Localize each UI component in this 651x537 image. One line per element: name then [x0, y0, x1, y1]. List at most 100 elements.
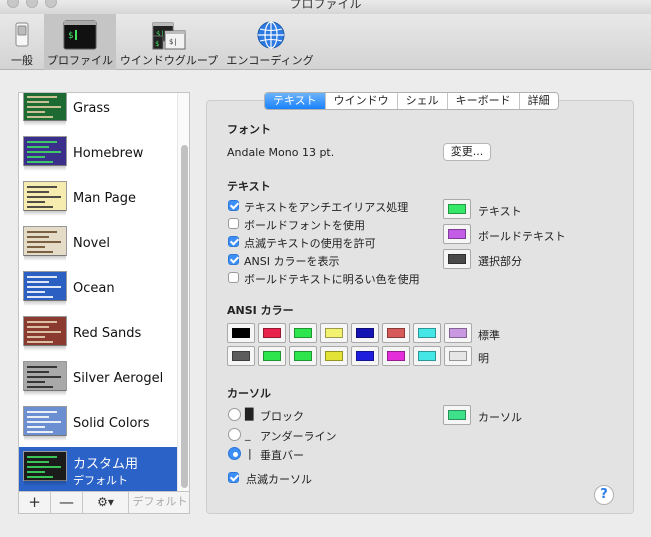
toolbar-general[interactable]: 一般	[0, 14, 44, 70]
ansi-colors-checkbox[interactable]	[228, 254, 239, 265]
ansi-colors-label: ANSI カラーを表示	[244, 255, 340, 268]
ansi-bright-swatch-fill	[418, 351, 436, 361]
profile-name: Man Page	[73, 191, 137, 206]
thumb-text-line	[27, 366, 57, 368]
toolbar-window-groups[interactable]: $| $| $ ウインドウグループ	[116, 14, 222, 70]
svg-text:$: $	[155, 40, 159, 48]
window-title: プロファイル	[289, 0, 362, 11]
tab-keyboard[interactable]: キーボード	[448, 93, 520, 109]
tab-window[interactable]: ウインドウ	[326, 93, 398, 109]
blink-cursor-checkbox[interactable]	[228, 472, 239, 483]
thumb-text-line	[27, 241, 61, 243]
bold-text-color-well[interactable]	[443, 224, 471, 244]
profile-item[interactable]: Red Sands	[19, 312, 177, 357]
bold-font-checkbox[interactable]	[228, 218, 239, 229]
toolbar-general-label: 一般	[11, 54, 33, 67]
thumb-text-line	[27, 231, 57, 233]
profile-item[interactable]: Ocean	[19, 267, 177, 312]
ansi-bright-swatch-5[interactable]	[382, 346, 410, 366]
cursor-block-radio[interactable]	[228, 408, 241, 421]
ansi-bright-swatch-6[interactable]	[413, 346, 441, 366]
title-bar: プロファイル	[0, 0, 651, 14]
cursor-underline-glyph: _	[245, 428, 251, 441]
gear-menu-button[interactable]: ⚙▾	[83, 492, 129, 513]
text-color-label: テキスト	[478, 205, 522, 218]
profile-thumbnail	[23, 451, 67, 486]
thumb-text-line	[27, 186, 57, 188]
close-window-button[interactable]	[7, 0, 19, 8]
ansi-bright-swatch-7[interactable]	[444, 346, 472, 366]
ansi-normal-swatch-4[interactable]	[351, 323, 379, 343]
blink-cursor-label: 点滅カーソル	[246, 473, 312, 486]
thumb-text-line	[27, 116, 53, 118]
ansi-bright-swatch-3[interactable]	[320, 346, 348, 366]
ansi-bright-swatch-2[interactable]	[289, 346, 317, 366]
bright-bold-checkbox[interactable]	[228, 272, 239, 283]
bold-font-label: ボールドフォントを使用	[244, 219, 365, 232]
ansi-normal-swatch-7[interactable]	[444, 323, 472, 343]
switch-icon	[15, 22, 29, 47]
profile-item[interactable]: Homebrew	[19, 132, 177, 177]
thumb-text-line	[27, 426, 45, 428]
terminal-icon: $	[63, 20, 97, 50]
selection-color-well[interactable]	[443, 249, 471, 269]
font-value: Andale Mono 13 pt.	[227, 146, 335, 159]
ansi-normal-swatch-fill	[325, 328, 343, 338]
ansi-normal-swatch-3[interactable]	[320, 323, 348, 343]
ansi-normal-label: 標準	[478, 329, 500, 342]
ansi-bright-swatch-1[interactable]	[258, 346, 286, 366]
text-section-title: テキスト	[227, 180, 271, 193]
profile-item[interactable]: Novel	[19, 222, 177, 267]
profile-thumbnail	[23, 271, 67, 306]
tab-text[interactable]: テキスト	[265, 93, 326, 109]
cursor-underline-radio[interactable]	[228, 428, 241, 441]
blink-text-label: 点滅テキストの使用を許可	[244, 237, 376, 250]
toolbar-profiles[interactable]: $ プロファイル	[44, 14, 116, 70]
globe-icon	[257, 21, 285, 49]
tab-advanced[interactable]: 詳細	[520, 93, 558, 109]
thumb-text-line	[27, 461, 49, 463]
antialias-checkbox[interactable]	[228, 200, 239, 211]
ansi-normal-swatch-1[interactable]	[258, 323, 286, 343]
minimize-window-button[interactable]	[26, 0, 38, 8]
toolbar: 一般 $ プロファイル $| $| $ ウインドウグループ エンコーディング	[0, 14, 651, 70]
profile-thumbnail	[23, 406, 67, 441]
zoom-window-button[interactable]	[45, 0, 57, 8]
profile-name: Grass	[73, 101, 110, 116]
cursor-bar-radio[interactable]	[228, 447, 241, 460]
thumb-text-line	[27, 161, 53, 163]
profile-list-footer: + — ⚙▾ デフォルト	[18, 492, 190, 514]
tab-shell[interactable]: シェル	[398, 93, 448, 109]
ansi-bright-swatch-0[interactable]	[227, 346, 255, 366]
remove-profile-button[interactable]: —	[51, 492, 83, 513]
cursor-color-well[interactable]	[443, 405, 471, 425]
ansi-normal-swatch-6[interactable]	[413, 323, 441, 343]
profile-item-selected[interactable]: カスタム用 デフォルト	[19, 447, 177, 491]
ansi-normal-swatch-5[interactable]	[382, 323, 410, 343]
thumb-text-line	[27, 411, 57, 413]
add-profile-button[interactable]: +	[19, 492, 51, 513]
profile-list[interactable]: Grass Homebrew Man Page Novel Ocean Red …	[18, 92, 190, 492]
profile-item[interactable]: Man Page	[19, 177, 177, 222]
profile-thumbnail	[23, 361, 67, 396]
toolbar-encodings[interactable]: エンコーディング	[222, 14, 318, 70]
profile-list-scroll-thumb[interactable]	[181, 145, 188, 488]
ansi-normal-swatch-2[interactable]	[289, 323, 317, 343]
profile-item[interactable]: Grass	[19, 93, 177, 132]
set-default-button[interactable]: デフォルト	[129, 492, 191, 513]
profile-item[interactable]: Silver Aerogel	[19, 357, 177, 402]
cursor-block-glyph: █	[245, 408, 254, 421]
profile-item[interactable]: Solid Colors	[19, 402, 177, 447]
ansi-bright-swatch-4[interactable]	[351, 346, 379, 366]
text-color-well[interactable]	[443, 199, 471, 219]
cursor-block-label: ブロック	[260, 410, 304, 423]
svg-text:$|: $|	[169, 38, 177, 46]
profile-default-tag: デフォルト	[73, 474, 128, 487]
blink-text-checkbox[interactable]	[228, 236, 239, 247]
ansi-bright-swatch-fill	[232, 351, 250, 361]
help-button[interactable]: ?	[594, 485, 614, 505]
ansi-normal-swatch-0[interactable]	[227, 323, 255, 343]
thumb-text-line	[27, 326, 49, 328]
thumb-text-line	[27, 201, 45, 203]
change-font-button[interactable]: 変更...	[443, 143, 491, 161]
